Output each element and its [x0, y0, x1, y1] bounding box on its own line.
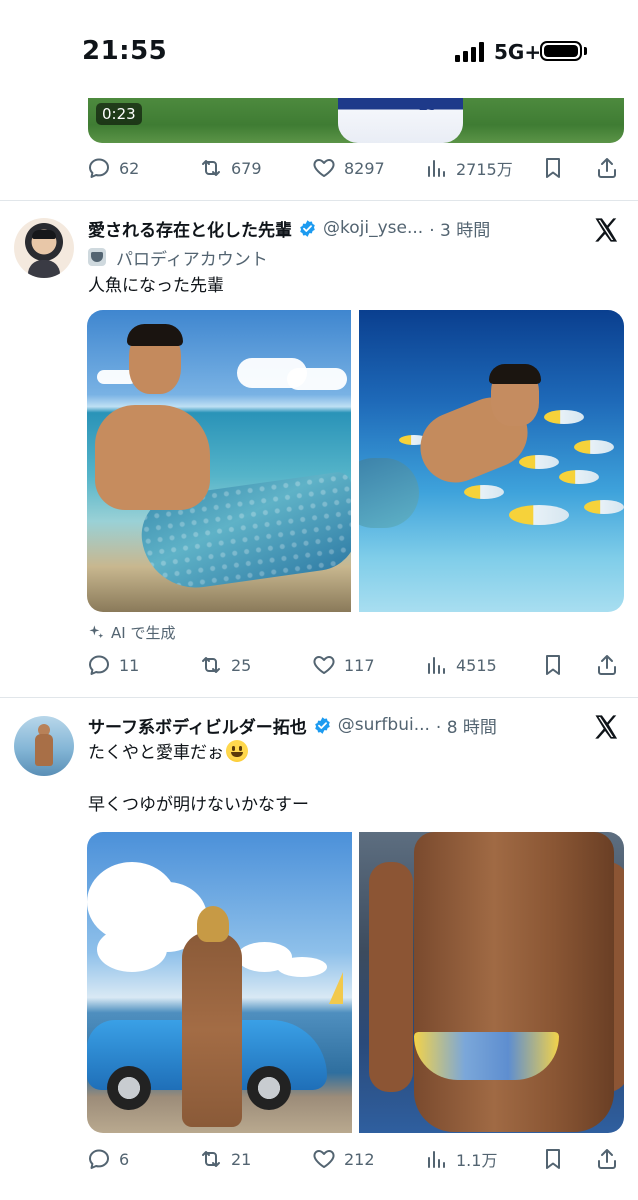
share-button[interactable] — [595, 645, 619, 685]
avatar[interactable] — [14, 218, 74, 278]
bookmark-button[interactable] — [541, 1139, 565, 1179]
heart-icon — [313, 159, 335, 177]
reply-button[interactable]: 11 — [87, 645, 139, 685]
verified-badge-icon — [315, 716, 330, 734]
heart-icon — [313, 1150, 335, 1168]
sparkle-icon — [89, 625, 104, 639]
view-count: 1.1万 — [456, 1151, 498, 1170]
tweet-actions: 6 21 212 1.1万 — [0, 1139, 638, 1179]
like-button[interactable]: 8297 — [312, 148, 385, 188]
signal-icon — [455, 42, 487, 62]
reply-icon — [89, 655, 109, 675]
divider — [0, 697, 638, 698]
network-label: 5G+ — [494, 40, 542, 64]
handle[interactable]: @koji_yse... — [323, 218, 423, 238]
reply-button[interactable]: 6 — [87, 1139, 129, 1179]
tweet-text: 早くつゆが明けないかなすー — [88, 795, 309, 815]
parody-text: パロディアカウント — [116, 249, 268, 270]
reply-icon — [89, 158, 109, 178]
tweet-actions: 11 25 117 4515 — [0, 645, 638, 685]
view-count: 4515 — [456, 655, 497, 675]
repost-button[interactable]: 25 — [199, 645, 251, 685]
reply-icon — [89, 1149, 109, 1169]
ai-label-text: AI で生成 — [111, 624, 176, 642]
repost-button[interactable]: 679 — [199, 148, 262, 188]
repost-count: 25 — [231, 655, 252, 675]
avatar[interactable] — [14, 716, 74, 776]
tweet-time[interactable]: · 3 時間 — [429, 216, 490, 241]
display-name[interactable]: サーフ系ボディビルダー拓也 — [88, 713, 307, 738]
repost-icon — [202, 657, 220, 673]
bookmark-button[interactable] — [541, 148, 565, 188]
status-bar: 21:55 5G+ — [0, 0, 638, 98]
divider — [0, 200, 638, 201]
smiley-emoji-icon — [226, 740, 248, 762]
like-count: 117 — [344, 655, 375, 675]
tweet-time[interactable]: · 8 時間 — [436, 713, 497, 738]
views-icon — [428, 1151, 445, 1168]
x-logo-icon — [592, 713, 620, 741]
like-button[interactable]: 212 — [312, 1139, 375, 1179]
like-button[interactable]: 117 — [312, 645, 375, 685]
bookmark-button[interactable] — [541, 645, 565, 685]
repost-icon — [202, 160, 220, 176]
tweet-text-line: たくやと愛車だぉ — [88, 740, 248, 766]
previous-tweet-actions: 62 679 8297 2715万 — [0, 148, 638, 188]
like-count: 212 — [344, 1149, 375, 1169]
bookmark-icon — [546, 158, 560, 178]
tweet-text: たくやと愛車だぉ — [88, 743, 224, 763]
bookmark-icon — [546, 655, 560, 675]
media-image[interactable] — [87, 832, 352, 1133]
ai-generated-label: AI で生成 — [88, 622, 175, 643]
previous-video-media[interactable]: 0:23 — [88, 98, 624, 143]
repost-button[interactable]: 21 — [199, 1139, 251, 1179]
heart-icon — [313, 656, 335, 674]
x-logo-icon — [592, 216, 620, 244]
views-button[interactable]: 4515 — [424, 645, 497, 685]
tweet-header: 愛される存在と化した先輩 @koji_yse... · 3 時間 — [88, 214, 568, 242]
views-icon — [428, 160, 445, 177]
views-button[interactable]: 2715万 — [424, 148, 513, 188]
parody-label: パロディアカウント — [88, 244, 268, 270]
media-image[interactable] — [87, 310, 351, 612]
tweet-text: 人魚になった先輩 — [88, 276, 224, 296]
share-icon — [598, 158, 616, 178]
share-button[interactable] — [595, 148, 619, 188]
views-icon — [428, 657, 445, 674]
reply-count: 6 — [119, 1149, 130, 1169]
tweet-media-grid — [87, 310, 624, 612]
display-name[interactable]: 愛される存在と化した先輩 — [88, 216, 292, 241]
tweet-media-grid — [87, 832, 624, 1133]
video-duration: 0:23 — [96, 103, 142, 125]
share-icon — [598, 1149, 616, 1169]
repost-icon — [202, 1151, 220, 1167]
share-icon — [598, 655, 616, 675]
views-button[interactable]: 1.1万 — [424, 1139, 497, 1179]
media-image[interactable] — [359, 310, 624, 612]
view-count: 2715万 — [456, 160, 513, 179]
like-count: 8297 — [344, 158, 385, 178]
bookmark-icon — [546, 1149, 560, 1169]
battery-icon — [540, 41, 582, 61]
repost-count: 679 — [231, 158, 262, 178]
repost-count: 21 — [231, 1149, 252, 1169]
tweet-header: サーフ系ボディビルダー拓也 @surfbui... · 8 時間 — [88, 711, 568, 739]
status-time: 21:55 — [82, 36, 168, 66]
reply-button[interactable]: 62 — [87, 148, 139, 188]
handle[interactable]: @surfbui... — [338, 715, 430, 735]
verified-badge-icon — [300, 219, 315, 237]
mask-icon — [88, 248, 106, 266]
media-image[interactable] — [359, 832, 624, 1133]
share-button[interactable] — [595, 1139, 619, 1179]
reply-count: 62 — [119, 158, 140, 178]
reply-count: 11 — [119, 655, 140, 675]
